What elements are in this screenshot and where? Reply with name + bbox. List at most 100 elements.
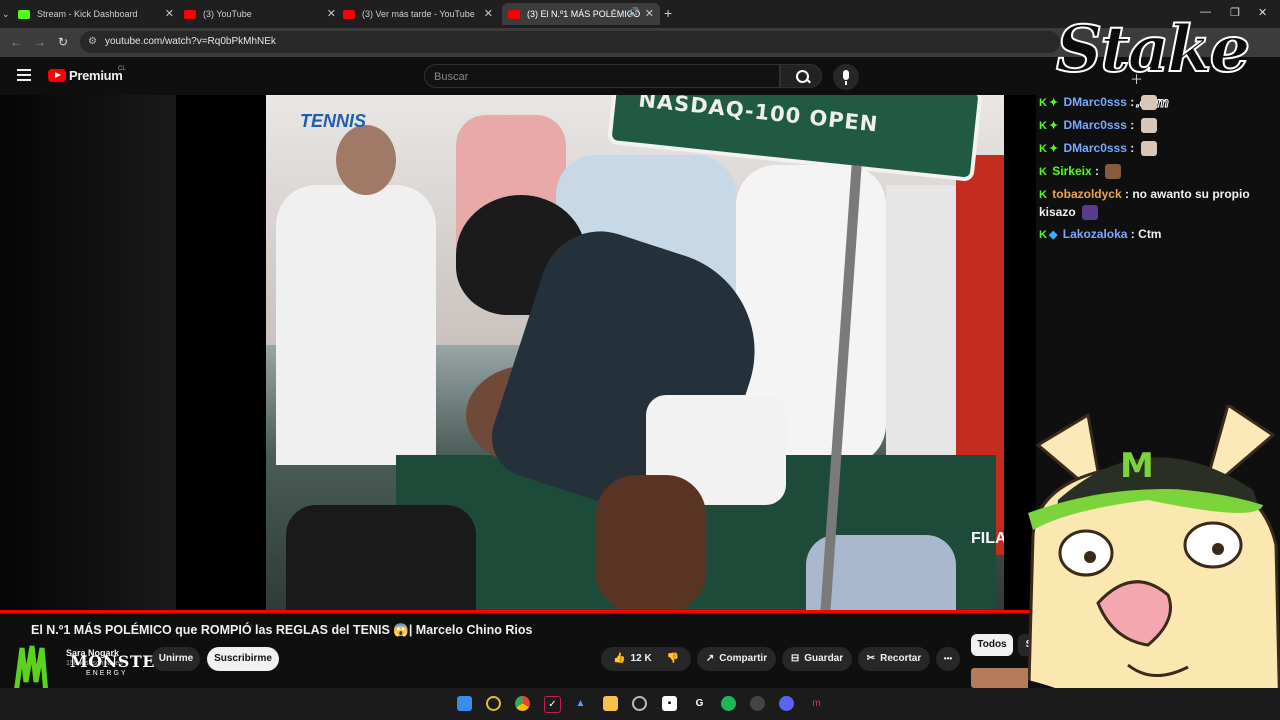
tab-search-button[interactable]: ⌄ <box>2 3 16 25</box>
bookmark-icon: ⊟ <box>790 653 800 664</box>
player-leg <box>596 475 706 612</box>
chat-separator: : <box>1126 141 1135 155</box>
cat-eye-right <box>1183 521 1243 569</box>
chat-separator: : <box>1121 187 1129 201</box>
chat-message: K ✦ DMarc0sss : <box>1036 117 1276 135</box>
microphone-icon[interactable] <box>833 64 859 90</box>
chat-text: Ctm <box>1134 227 1162 241</box>
scissors-icon: ✂ <box>866 653 876 664</box>
chat-message: K ◆ Lakozaloka : Ctm <box>1036 226 1276 244</box>
tab-label: (3) Ver más tarde - YouTube <box>362 9 475 19</box>
cat-emote-icon <box>1140 118 1157 134</box>
app-icon[interactable]: G <box>692 696 707 711</box>
chip-todos[interactable]: Todos <box>971 634 1013 656</box>
chat-username: DMarc0sss <box>1063 118 1127 132</box>
video-progress-bar[interactable] <box>0 610 1036 613</box>
tab-current-video[interactable]: (3) El N.º1 MÁS POLÉMICO 🔊 ✕ <box>502 3 660 25</box>
diamond-badge-icon: ◆ <box>1048 229 1058 241</box>
cat-emote-icon <box>1140 141 1157 157</box>
url-field[interactable]: ⚙ youtube.com/watch?v=Rq0bPkMhNEk <box>80 31 1060 53</box>
kick-badge-icon: K <box>1039 166 1047 178</box>
chat-username: DMarc0sss <box>1063 141 1127 155</box>
recommended-video-thumbnail[interactable] <box>971 668 1031 688</box>
app-icon[interactable]: m <box>809 696 824 711</box>
kick-icon <box>18 9 30 19</box>
clip-button[interactable]: ✂ Recortar <box>858 647 930 671</box>
speaker-icon[interactable]: 🔊 <box>629 7 640 18</box>
windows-start-icon[interactable] <box>457 696 472 711</box>
new-tab-button[interactable]: + <box>664 5 672 21</box>
reload-icon[interactable]: ↻ <box>58 35 68 49</box>
share-button[interactable]: ↗ Compartir <box>697 647 776 671</box>
close-icon[interactable]: ✕ <box>645 7 654 20</box>
spectator-shape <box>276 185 436 465</box>
chat-username: DMarc0sss <box>1063 95 1127 109</box>
close-icon[interactable]: ✕ <box>165 7 174 20</box>
app-icon[interactable] <box>486 696 501 711</box>
subscribe-button[interactable]: Suscribirme <box>207 647 279 671</box>
search-input[interactable]: Buscar <box>424 64 780 88</box>
video-title: El N.º1 MÁS POLÉMICO que ROMPIÓ las REGL… <box>31 623 533 637</box>
tab-watch-later[interactable]: (3) Ver más tarde - YouTube ✕ <box>343 3 499 25</box>
chat-message: K tobazoldyck : no awanto su propio kisa… <box>1036 186 1276 221</box>
search-icon[interactable] <box>780 64 822 88</box>
obs-icon[interactable] <box>632 696 647 711</box>
app-icon[interactable]: ✓ <box>544 696 561 713</box>
hamburger-menu-icon[interactable] <box>17 69 31 84</box>
kick-badge-icon: K <box>1039 143 1047 155</box>
tab-label: (3) YouTube <box>203 9 252 19</box>
chat-username: Lakozaloka <box>1062 227 1128 241</box>
sparkle-badge-icon: ✦ <box>1048 143 1059 155</box>
chrome-icon[interactable] <box>515 696 530 711</box>
sponsor-overlay-logo: Stake <box>1055 11 1251 88</box>
chat-message: K ✦ DMarc0sss : <box>1036 140 1276 158</box>
close-icon[interactable]: ✕ <box>484 7 493 20</box>
sponsor-logo: FILA <box>971 530 1004 547</box>
spotify-icon[interactable] <box>721 696 736 711</box>
youtube-premium-label[interactable]: Premium <box>69 68 123 83</box>
window-close-icon[interactable]: ✕ <box>1258 6 1267 19</box>
share-icon: ↗ <box>705 653 715 664</box>
like-count[interactable]: 12 K <box>631 653 652 664</box>
kick-chat-overlay: K ✦ DMarc0sss : K ✦ DMarc0sss : K ✦ DMarc0s… <box>1036 95 1276 249</box>
site-info-icon[interactable]: ⚙ <box>88 31 97 53</box>
tab-kick-dashboard[interactable]: Stream - Kick Dashboard ✕ <box>18 3 180 25</box>
youtube-logo-icon[interactable] <box>48 69 66 82</box>
app-icon[interactable]: ▪ <box>662 696 677 711</box>
chat-separator: : <box>1091 164 1100 178</box>
kick-badge-icon: K <box>1039 97 1047 109</box>
save-label: Guardar <box>804 653 844 664</box>
app-icon[interactable]: ▲ <box>573 696 588 711</box>
thumbs-down-icon[interactable]: 👎 <box>666 653 678 664</box>
cap-logo: M <box>1120 446 1154 486</box>
video-frame[interactable]: NASDAQ-100 OPEN TENNIS FILA <box>266 95 1004 612</box>
channel-watermark: TENNIS <box>300 111 367 131</box>
kick-badge-icon: K <box>1039 189 1047 201</box>
tab-youtube[interactable]: (3) YouTube ✕ <box>184 3 342 25</box>
cat-emote-icon <box>1140 95 1157 111</box>
steam-icon[interactable] <box>750 696 765 711</box>
join-button[interactable]: Unirme <box>152 647 200 671</box>
save-button[interactable]: ⊟ Guardar <box>782 647 852 671</box>
cat-pupil-right <box>1212 543 1224 555</box>
thumbs-up-icon[interactable]: 👍 <box>613 653 625 664</box>
tab-label: (3) El N.º1 MÁS POLÉMICO <box>527 9 641 19</box>
more-actions-button[interactable]: ••• <box>936 647 960 671</box>
file-explorer-icon[interactable] <box>603 696 618 711</box>
windows-taskbar: ✓ ▲ ▪ G m <box>0 688 1280 720</box>
cat-emote-icon <box>1105 164 1122 180</box>
spectator-head <box>336 125 396 195</box>
back-arrow-icon[interactable]: ← <box>10 35 22 49</box>
cat-pupil-left <box>1084 551 1096 563</box>
tab-label: Stream - Kick Dashboard <box>37 9 138 19</box>
player-left-area <box>0 95 176 612</box>
chat-separator: : <box>1127 227 1135 241</box>
forward-arrow-icon[interactable]: → <box>34 35 46 49</box>
close-icon[interactable]: ✕ <box>327 7 336 20</box>
clip-label: Recortar <box>880 653 922 664</box>
url-text: youtube.com/watch?v=Rq0bPkMhNEk <box>105 36 276 47</box>
sparkle-badge-icon: ✦ <box>1048 97 1059 109</box>
discord-icon[interactable] <box>779 696 794 711</box>
share-label: Compartir <box>719 653 768 664</box>
chat-username: tobazoldyck <box>1052 187 1122 201</box>
